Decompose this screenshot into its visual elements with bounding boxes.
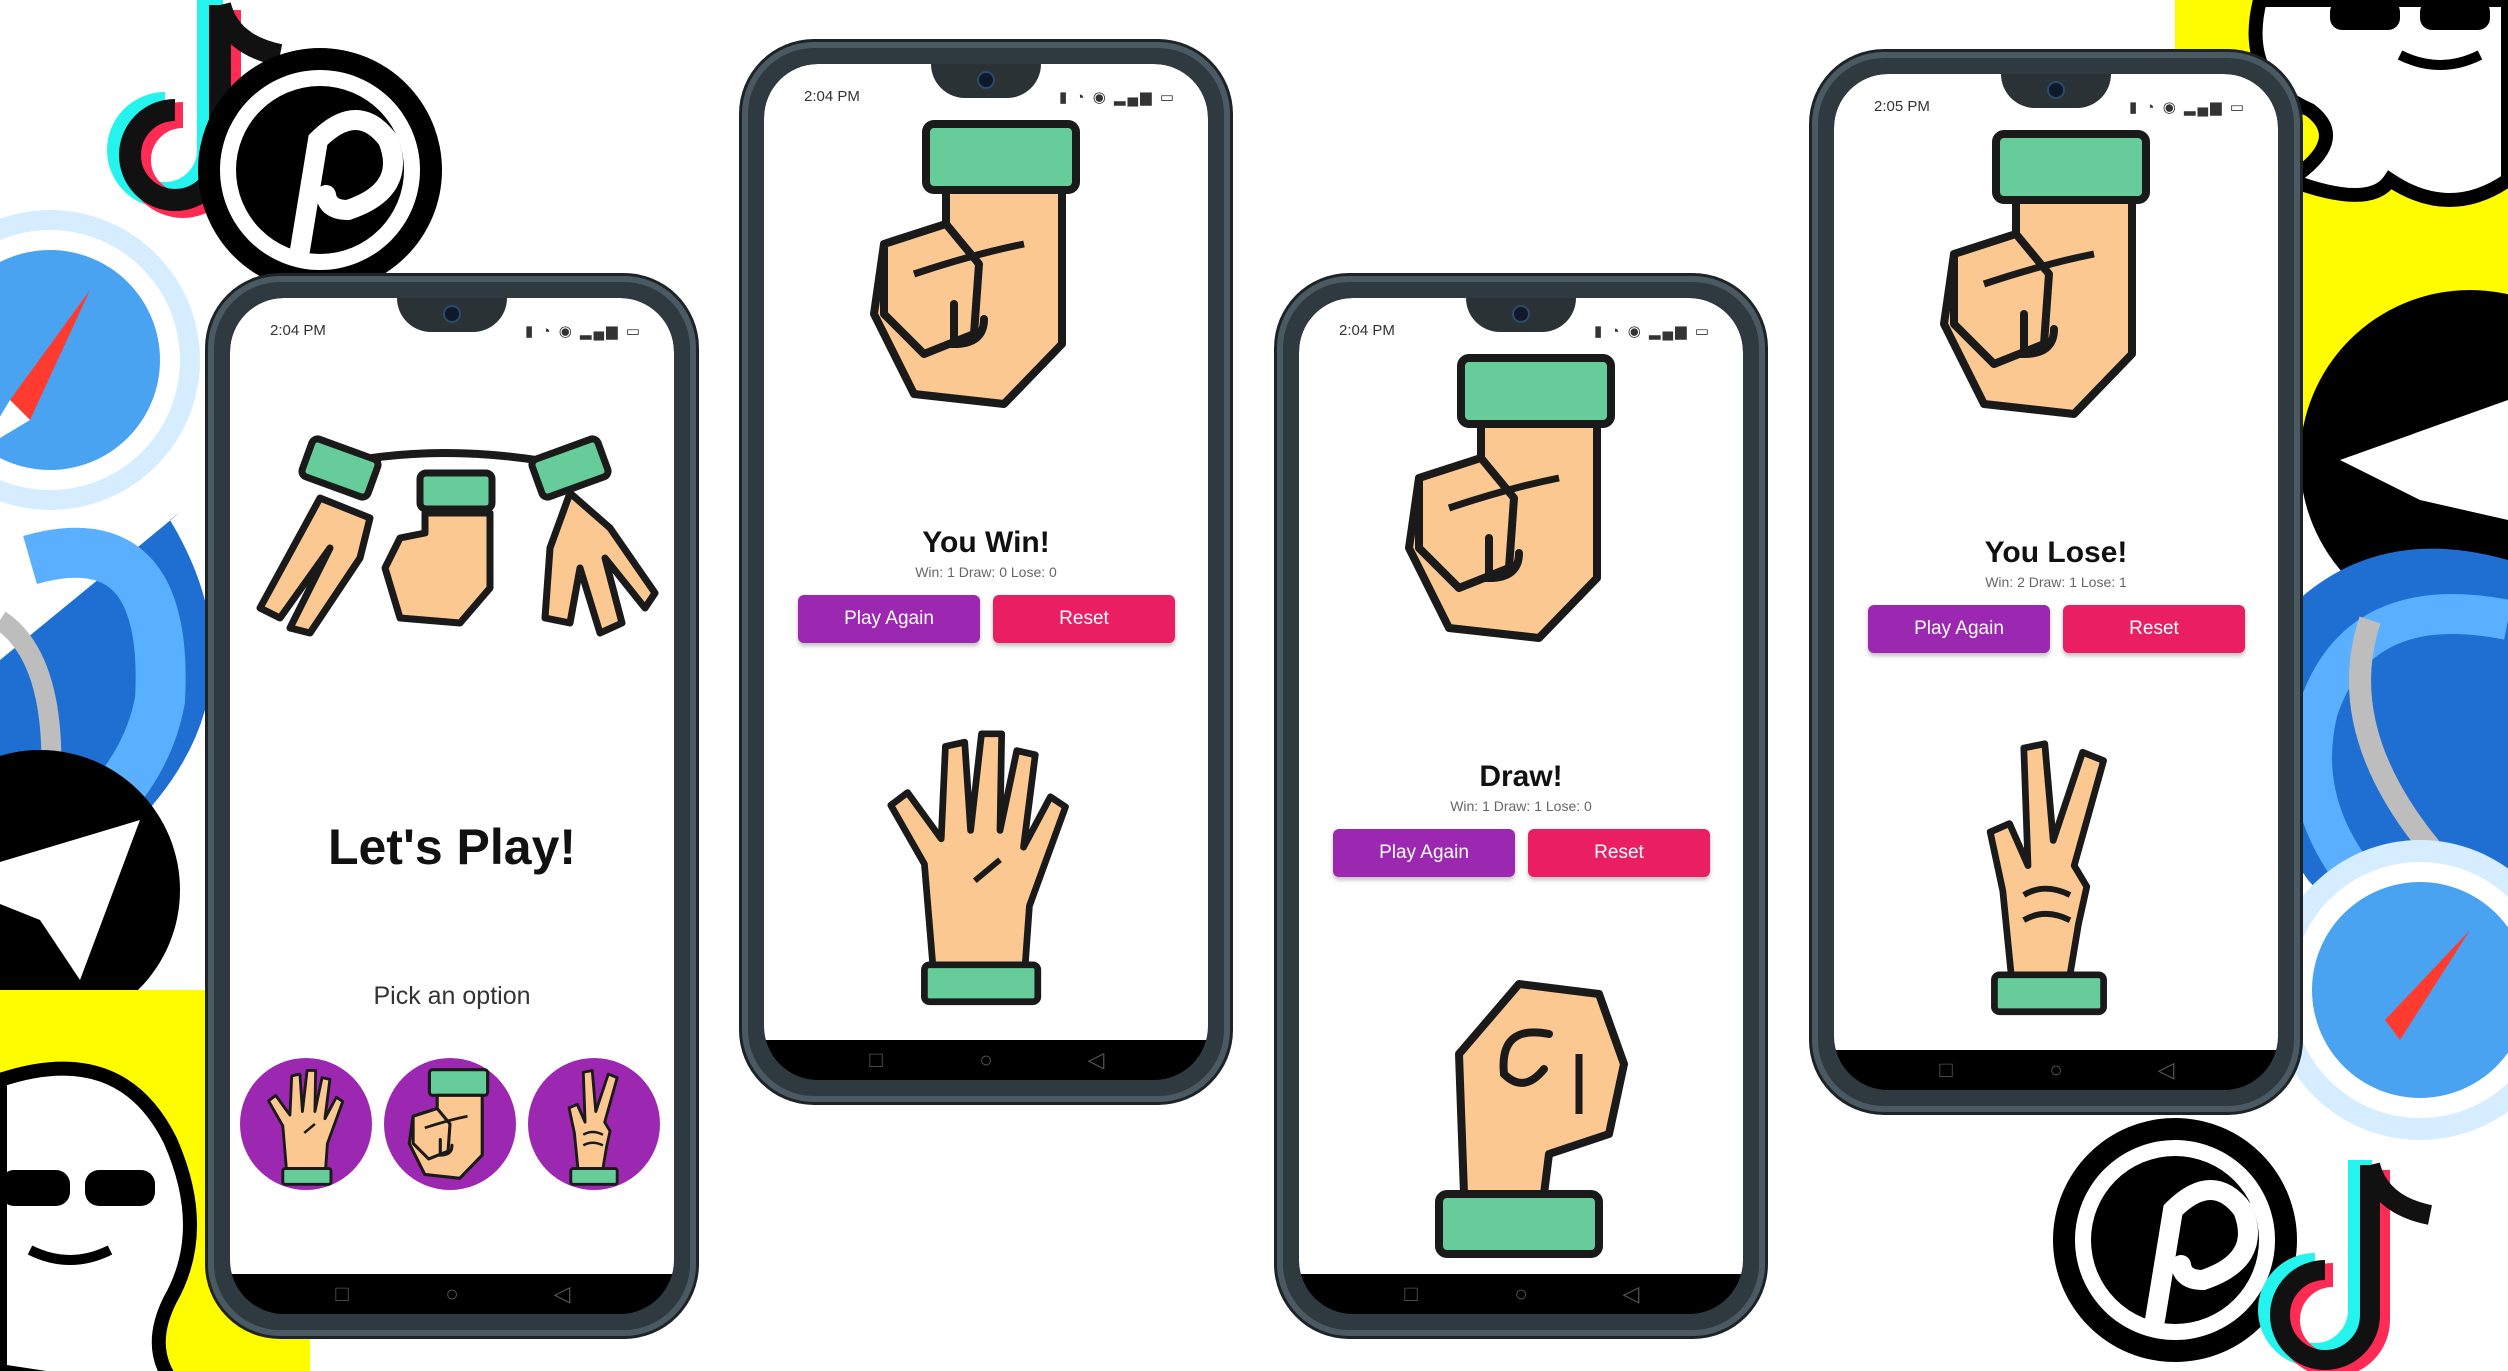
status-time: 2:04 PM xyxy=(270,322,326,339)
pick-option-label: Pick an option xyxy=(373,982,531,1010)
status-icons: ▮ ◔ ◉ ▂▄▆ ▭ xyxy=(2129,99,2246,116)
app-display: 2:04 PM ▮ ◔ ◉ ▂▄▆ ▭ Let's Play! Pick an … xyxy=(230,298,674,1274)
result-title: You Win! xyxy=(922,526,1050,559)
recent-apps-button[interactable]: □ xyxy=(322,1274,362,1314)
status-time: 2:04 PM xyxy=(804,88,860,105)
rps-hands-logo-icon xyxy=(256,435,659,637)
app-display: 2:05 PM ▮ ◔ ◉ ▂▄▆ ▭ You Lose! Win: 2 Dra… xyxy=(1834,74,2278,1050)
android-nav-bar: □ ○ ◁ xyxy=(764,1040,1208,1080)
recent-apps-button[interactable]: □ xyxy=(1926,1050,1966,1090)
safari-logo-icon xyxy=(2270,840,2508,1140)
home-button[interactable]: ○ xyxy=(432,1274,472,1314)
score-text: Win: 2 Draw: 1 Lose: 1 xyxy=(1985,574,2127,590)
computer-rock-hand-icon xyxy=(1924,124,2174,424)
status-bar: 2:04 PM ▮ ◔ ◉ ▂▄▆ ▭ xyxy=(796,88,1176,112)
app-display: 2:04 PM ▮ ◔ ◉ ▂▄▆ ▭ You Win! Win: 1 Draw… xyxy=(764,64,1208,1040)
scissors-hand-icon xyxy=(567,1069,619,1186)
back-button[interactable]: ◁ xyxy=(1611,1274,1651,1314)
phone-screen: 2:05 PM ▮ ◔ ◉ ▂▄▆ ▭ You Lose! Win: 2 Dra… xyxy=(1834,74,2278,1090)
lets-play-title: Let's Play! xyxy=(327,819,577,875)
computer-rock-hand-icon xyxy=(854,114,1104,414)
android-nav-bar: □ ○ ◁ xyxy=(230,1274,674,1314)
status-icons: ▮ ◔ ◉ ▂▄▆ ▭ xyxy=(1594,323,1711,340)
reset-button[interactable]: Reset xyxy=(993,595,1175,643)
safari-logo-icon xyxy=(0,210,200,510)
status-icons: ▮ ◔ ◉ ▂▄▆ ▭ xyxy=(525,323,642,340)
status-time: 2:05 PM xyxy=(1874,98,1930,115)
option-scissors-button[interactable] xyxy=(528,1058,660,1190)
phone-home: 2:04 PM ▮ ◔ ◉ ▂▄▆ ▭ Let's Play! Pick an … xyxy=(208,276,696,1336)
app-display: 2:04 PM ▮ ◔ ◉ ▂▄▆ ▭ Draw! Win: 1 Draw: 1… xyxy=(1299,298,1743,1274)
phone-win: 2:04 PM ▮ ◔ ◉ ▂▄▆ ▭ You Win! Win: 1 Draw… xyxy=(742,42,1230,1102)
score-text: Win: 1 Draw: 1 Lose: 0 xyxy=(1450,798,1592,814)
back-button[interactable]: ◁ xyxy=(542,1274,582,1314)
status-time: 2:04 PM xyxy=(1339,322,1395,339)
phone-screen: 2:04 PM ▮ ◔ ◉ ▂▄▆ ▭ Let's Play! Pick an … xyxy=(230,298,674,1314)
result-title: You Lose! xyxy=(1984,536,2128,569)
home-button[interactable]: ○ xyxy=(1501,1274,1541,1314)
result-title: Draw! xyxy=(1479,760,1563,793)
home-button[interactable]: ○ xyxy=(966,1040,1006,1080)
reset-button[interactable]: Reset xyxy=(1528,829,1710,877)
computer-rock-hand-icon xyxy=(1389,348,1639,648)
status-bar: 2:04 PM ▮ ◔ ◉ ▂▄▆ ▭ xyxy=(262,322,642,346)
paper-hand-icon xyxy=(267,1069,345,1186)
status-icons: ▮ ◔ ◉ ▂▄▆ ▭ xyxy=(1059,89,1176,106)
android-nav-bar: □ ○ ◁ xyxy=(1834,1050,2278,1090)
tiktok-logo-icon xyxy=(2258,1160,2433,1371)
phone-lose: 2:05 PM ▮ ◔ ◉ ▂▄▆ ▭ You Lose! Win: 2 Dra… xyxy=(1812,52,2300,1112)
pinterest-logo-icon xyxy=(198,48,442,292)
player-rock-hand-icon xyxy=(1399,964,1649,1264)
phone-draw: 2:04 PM ▮ ◔ ◉ ▂▄▆ ▭ Draw! Win: 1 Draw: 1… xyxy=(1277,276,1765,1336)
player-paper-hand-icon xyxy=(874,704,1084,1024)
rock-hand-icon xyxy=(407,1068,490,1180)
reset-button[interactable]: Reset xyxy=(2063,605,2245,653)
recent-apps-button[interactable]: □ xyxy=(856,1040,896,1080)
play-again-button[interactable]: Play Again xyxy=(1868,605,2050,653)
play-again-button[interactable]: Play Again xyxy=(798,595,980,643)
recent-apps-button[interactable]: □ xyxy=(1391,1274,1431,1314)
android-nav-bar: □ ○ ◁ xyxy=(1299,1274,1743,1314)
phone-screen: 2:04 PM ▮ ◔ ◉ ▂▄▆ ▭ You Win! Win: 1 Draw… xyxy=(764,64,1208,1080)
option-rock-button[interactable] xyxy=(384,1058,516,1190)
back-button[interactable]: ◁ xyxy=(2146,1050,2186,1090)
status-bar: 2:05 PM ▮ ◔ ◉ ▂▄▆ ▭ xyxy=(1866,98,2246,122)
score-text: Win: 1 Draw: 0 Lose: 0 xyxy=(915,564,1057,580)
home-button[interactable]: ○ xyxy=(2036,1050,2076,1090)
status-bar: 2:04 PM ▮ ◔ ◉ ▂▄▆ ▭ xyxy=(1331,322,1711,346)
player-scissors-hand-icon xyxy=(1944,714,2154,1034)
phone-screen: 2:04 PM ▮ ◔ ◉ ▂▄▆ ▭ Draw! Win: 1 Draw: 1… xyxy=(1299,298,1743,1314)
play-again-button[interactable]: Play Again xyxy=(1333,829,1515,877)
option-paper-button[interactable] xyxy=(240,1058,372,1190)
back-button[interactable]: ◁ xyxy=(1076,1040,1116,1080)
